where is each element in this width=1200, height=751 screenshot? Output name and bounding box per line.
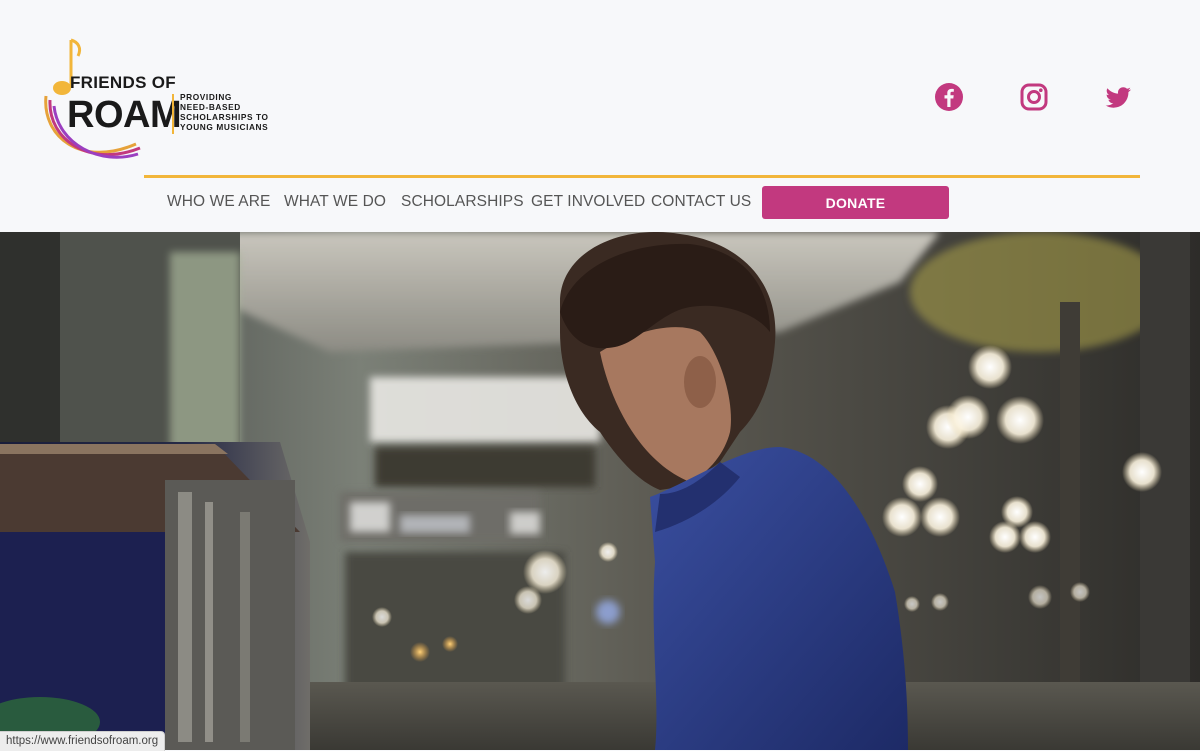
site-header: FRIENDS OF ROAM PROVIDING NEED-BASED SCH… [0,0,1200,232]
facebook-icon [935,83,963,111]
nav-item-get-involved[interactable]: GET INVOLVED [531,193,645,211]
instagram-link[interactable] [1019,82,1049,112]
twitter-icon [1105,87,1131,108]
logo-tagline-line: SCHOLARSHIPS TO [180,112,269,122]
facebook-link[interactable] [934,82,964,112]
logo-tagline-line: PROVIDING [180,92,232,102]
nav-item-scholarships[interactable]: SCHOLARSHIPS [401,193,524,211]
logo-tagline-line: NEED-BASED [180,102,241,112]
logo-divider [172,94,174,134]
logo-tagline: PROVIDING NEED-BASED SCHOLARSHIPS TO YOU… [180,92,290,132]
nav-item-contact-us[interactable]: CONTACT US [651,193,751,211]
status-bar-url: https://www.friendsofroam.org [0,731,166,751]
nav-item-who-we-are[interactable]: WHO WE ARE [167,193,270,211]
hero-image [0,232,1200,750]
header-divider [144,175,1140,178]
hero-photo [0,232,1200,750]
instagram-icon [1020,83,1048,111]
donate-button[interactable]: DONATE [762,186,949,219]
site-logo[interactable]: FRIENDS OF ROAM PROVIDING NEED-BASED SCH… [40,36,290,171]
logo-title-line2: ROAM [67,94,182,136]
logo-tagline-line: YOUNG MUSICIANS [180,122,269,132]
logo-title-line1: FRIENDS OF [70,73,176,92]
nav-item-what-we-do[interactable]: WHAT WE DO [284,193,386,211]
twitter-link[interactable] [1103,82,1133,112]
